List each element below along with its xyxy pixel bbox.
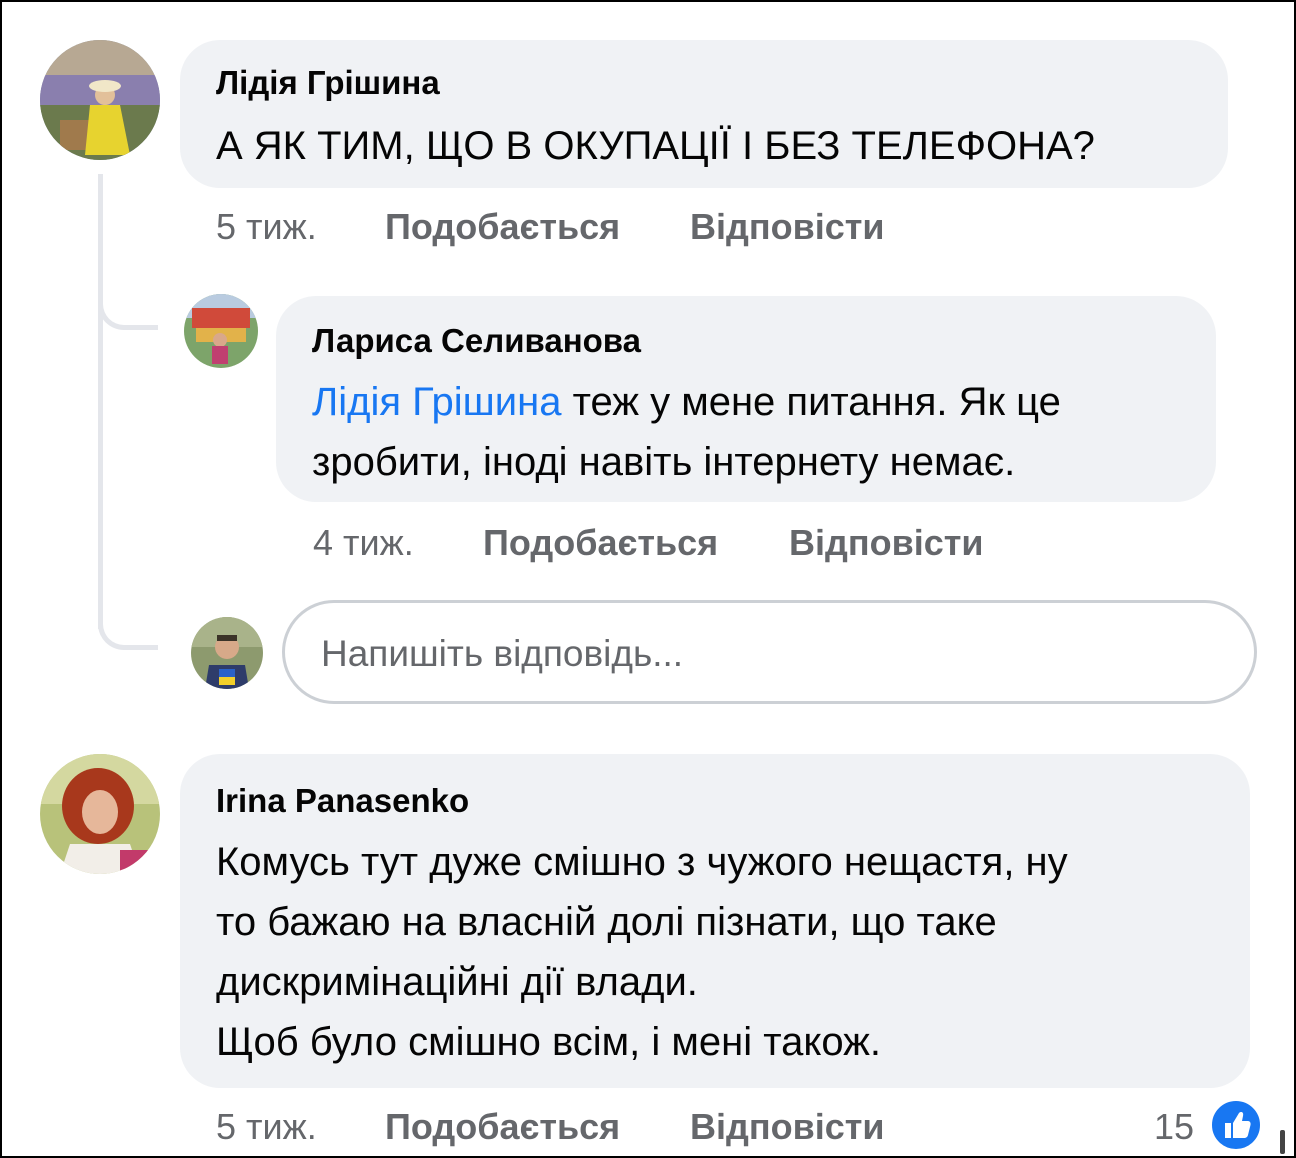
scrollbar[interactable] [1280,1130,1285,1154]
reply-input[interactable]: Напишіть відповідь... [282,600,1257,704]
avatar[interactable] [40,40,160,160]
avatar[interactable] [184,294,258,368]
comment-text: А ЯК ТИМ, ЩО В ОКУПАЦІЇ І БЕЗ ТЕЛЕФОНА? [216,124,1095,168]
reaction-count[interactable]: 15 [1154,1106,1194,1148]
like-button[interactable]: Подобається [483,522,718,564]
comments-panel: Лідія Грішина А ЯК ТИМ, ЩО В ОКУПАЦІЇ І … [0,0,1296,1158]
comment-text: зробити, іноді навіть інтернету немає. [312,440,1016,484]
comment-time[interactable]: 5 тиж. [216,206,317,248]
comment-author[interactable]: Лариса Селиванова [312,322,641,360]
comment-bubble: Лідія Грішина А ЯК ТИМ, ЩО В ОКУПАЦІЇ І … [180,40,1228,188]
comment-text-part: теж у мене питання. Як це [561,380,1061,424]
thread-line [98,174,103,629]
avatar[interactable] [40,754,160,874]
current-user-avatar[interactable] [191,617,263,689]
thumbs-up-icon[interactable] [1209,1098,1263,1152]
like-button[interactable]: Подобається [385,1106,620,1148]
comment-author[interactable]: Irina Panasenko [216,782,469,820]
comment-text: Комусь тут дуже смішно з чужого нещастя,… [216,840,1068,1064]
comment-time[interactable]: 4 тиж. [313,522,414,564]
comment-text: Лідія Грішина теж у мене питання. Як це [312,372,1061,432]
comment-time[interactable]: 5 тиж. [216,1106,317,1148]
reply-input-placeholder: Напишіть відповідь... [321,633,684,674]
comment-bubble: Irina Panasenko Комусь тут дуже смішно з… [180,754,1250,1088]
thread-branch [98,282,158,330]
comment-author[interactable]: Лідія Грішина [216,64,440,102]
comment-bubble: Лариса Селиванова Лідія Грішина теж у ме… [276,296,1216,502]
like-button[interactable]: Подобається [385,206,620,248]
mention-link[interactable]: Лідія Грішина [312,380,561,424]
reply-button[interactable]: Відповісти [789,522,984,564]
thread-branch [98,598,158,650]
reply-button[interactable]: Відповісти [690,1106,885,1148]
reply-button[interactable]: Відповісти [690,206,885,248]
